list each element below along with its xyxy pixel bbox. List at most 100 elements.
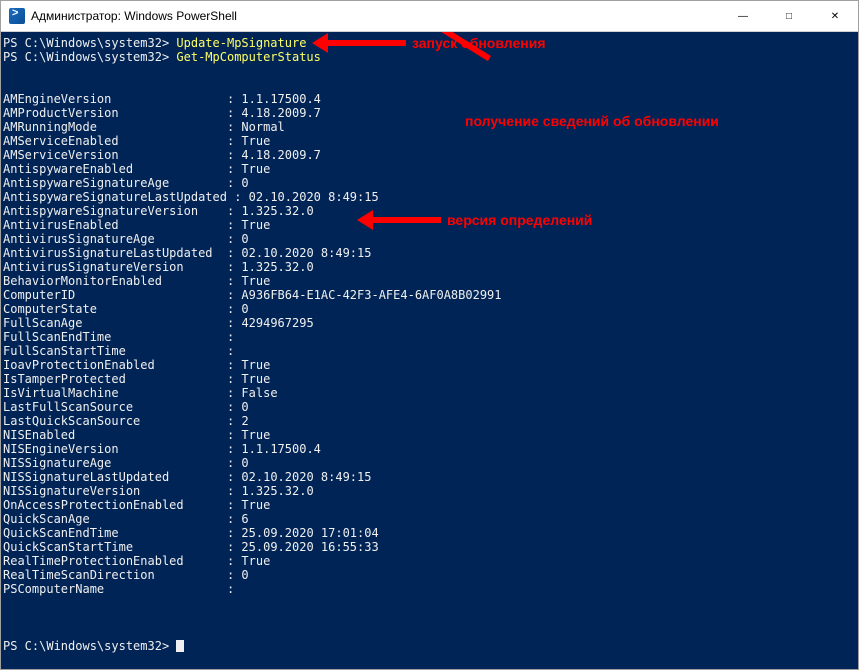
kv-key: LastQuickScanSource	[3, 414, 140, 428]
kv-value: 1.325.32.0	[241, 260, 313, 274]
kv-value: True	[241, 134, 270, 148]
kv-row: AMProductVersion : 4.18.2009.7	[3, 106, 856, 120]
kv-value: True	[241, 428, 270, 442]
minimize-button[interactable]: —	[720, 1, 766, 31]
kv-row: AntispywareSignatureLastUpdated : 02.10.…	[3, 190, 856, 204]
kv-key: IsTamperProtected	[3, 372, 126, 386]
cursor	[176, 640, 184, 652]
kv-row: OnAccessProtectionEnabled : True	[3, 498, 856, 512]
kv-row: FullScanAge : 4294967295	[3, 316, 856, 330]
kv-row: AntispywareEnabled : True	[3, 162, 856, 176]
kv-row: AMServiceEnabled : True	[3, 134, 856, 148]
kv-row: NISSignatureAge : 0	[3, 456, 856, 470]
kv-value: True	[241, 218, 270, 232]
kv-row: AMEngineVersion : 1.1.17500.4	[3, 92, 856, 106]
kv-value: 2	[241, 414, 248, 428]
kv-value: True	[241, 358, 270, 372]
kv-key: LastFullScanSource	[3, 400, 133, 414]
kv-row: NISEngineVersion : 1.1.17500.4	[3, 442, 856, 456]
kv-value: 1.1.17500.4	[241, 92, 320, 106]
kv-row: NISEnabled : True	[3, 428, 856, 442]
kv-value: 0	[241, 176, 248, 190]
kv-row: NISSignatureVersion : 1.325.32.0	[3, 484, 856, 498]
kv-value: True	[241, 372, 270, 386]
kv-value: 0	[241, 302, 248, 316]
window-controls: — □ ✕	[720, 1, 858, 31]
kv-value: 4.18.2009.7	[241, 106, 320, 120]
kv-value: True	[241, 498, 270, 512]
kv-value: 1.325.32.0	[241, 204, 313, 218]
command-update: Update-MpSignature	[176, 36, 306, 50]
kv-key: AntispywareEnabled	[3, 162, 133, 176]
kv-value: 0	[241, 232, 248, 246]
kv-row: AMRunningMode : Normal	[3, 120, 856, 134]
kv-value: Normal	[241, 120, 284, 134]
kv-row: ComputerID : A936FB64-E1AC-42F3-AFE4-6AF…	[3, 288, 856, 302]
kv-row: BehaviorMonitorEnabled : True	[3, 274, 856, 288]
kv-value: A936FB64-E1AC-42F3-AFE4-6AF0A8B02991	[241, 288, 501, 302]
kv-key: RealTimeProtectionEnabled	[3, 554, 184, 568]
kv-key: AntivirusSignatureLastUpdated	[3, 246, 213, 260]
kv-row: QuickScanStartTime : 25.09.2020 16:55:33	[3, 540, 856, 554]
kv-row: AntispywareSignatureVersion : 1.325.32.0	[3, 204, 856, 218]
kv-value: True	[241, 274, 270, 288]
prompt-line-2: PS C:\Windows\system32>	[3, 50, 176, 64]
kv-key: AMServiceEnabled	[3, 134, 119, 148]
kv-row: IsTamperProtected : True	[3, 372, 856, 386]
close-button[interactable]: ✕	[812, 1, 858, 31]
prompt-line-1: PS C:\Windows\system32>	[3, 36, 176, 50]
kv-value: 6	[241, 512, 248, 526]
kv-value: 02.10.2020 8:49:15	[249, 190, 379, 204]
kv-row: LastQuickScanSource : 2	[3, 414, 856, 428]
kv-value: 25.09.2020 16:55:33	[241, 540, 378, 554]
kv-row: QuickScanEndTime : 25.09.2020 17:01:04	[3, 526, 856, 540]
kv-row: IoavProtectionEnabled : True	[3, 358, 856, 372]
prompt-line-3: PS C:\Windows\system32>	[3, 639, 176, 653]
kv-key: QuickScanStartTime	[3, 540, 133, 554]
kv-key: AntivirusEnabled	[3, 218, 119, 232]
kv-row: IsVirtualMachine : False	[3, 386, 856, 400]
kv-row: AMServiceVersion : 4.18.2009.7	[3, 148, 856, 162]
kv-row: AntivirusSignatureLastUpdated : 02.10.20…	[3, 246, 856, 260]
kv-value: True	[241, 554, 270, 568]
kv-value: 0	[241, 400, 248, 414]
kv-row: FullScanStartTime :	[3, 344, 856, 358]
kv-key: NISSignatureVersion	[3, 484, 140, 498]
kv-value: True	[241, 162, 270, 176]
kv-key: ComputerID	[3, 288, 75, 302]
kv-key: FullScanEndTime	[3, 330, 111, 344]
command-getstatus: Get-MpComputerStatus	[176, 50, 321, 64]
kv-key: AntivirusSignatureVersion	[3, 260, 184, 274]
kv-key: ComputerState	[3, 302, 97, 316]
kv-key: FullScanAge	[3, 316, 82, 330]
window-title: Администратор: Windows PowerShell	[31, 9, 720, 23]
kv-key: AMProductVersion	[3, 106, 119, 120]
kv-row: PSComputerName :	[3, 582, 856, 596]
kv-row: QuickScanAge : 6	[3, 512, 856, 526]
kv-key: QuickScanEndTime	[3, 526, 119, 540]
kv-row: RealTimeScanDirection : 0	[3, 568, 856, 582]
kv-key: FullScanStartTime	[3, 344, 126, 358]
kv-value: 25.09.2020 17:01:04	[241, 526, 378, 540]
titlebar[interactable]: Администратор: Windows PowerShell — □ ✕	[1, 1, 858, 32]
kv-value: 1.1.17500.4	[241, 442, 320, 456]
kv-key: BehaviorMonitorEnabled	[3, 274, 162, 288]
kv-row: NISSignatureLastUpdated : 02.10.2020 8:4…	[3, 470, 856, 484]
kv-value: 02.10.2020 8:49:15	[241, 246, 371, 260]
kv-key: AntivirusSignatureAge	[3, 232, 155, 246]
kv-row: RealTimeProtectionEnabled : True	[3, 554, 856, 568]
kv-key: OnAccessProtectionEnabled	[3, 498, 184, 512]
kv-key: AMServiceVersion	[3, 148, 119, 162]
kv-value: False	[241, 386, 277, 400]
maximize-button[interactable]: □	[766, 1, 812, 31]
kv-key: NISSignatureAge	[3, 456, 111, 470]
kv-row: ComputerState : 0	[3, 302, 856, 316]
kv-row: AntivirusEnabled : True	[3, 218, 856, 232]
kv-key: PSComputerName	[3, 582, 104, 596]
kv-key: RealTimeScanDirection	[3, 568, 155, 582]
kv-value: 4294967295	[241, 316, 313, 330]
kv-row: LastFullScanSource : 0	[3, 400, 856, 414]
kv-value: 0	[241, 568, 248, 582]
kv-row: AntivirusSignatureVersion : 1.325.32.0	[3, 260, 856, 274]
terminal[interactable]: PS C:\Windows\system32> Update-MpSignatu…	[1, 32, 858, 669]
